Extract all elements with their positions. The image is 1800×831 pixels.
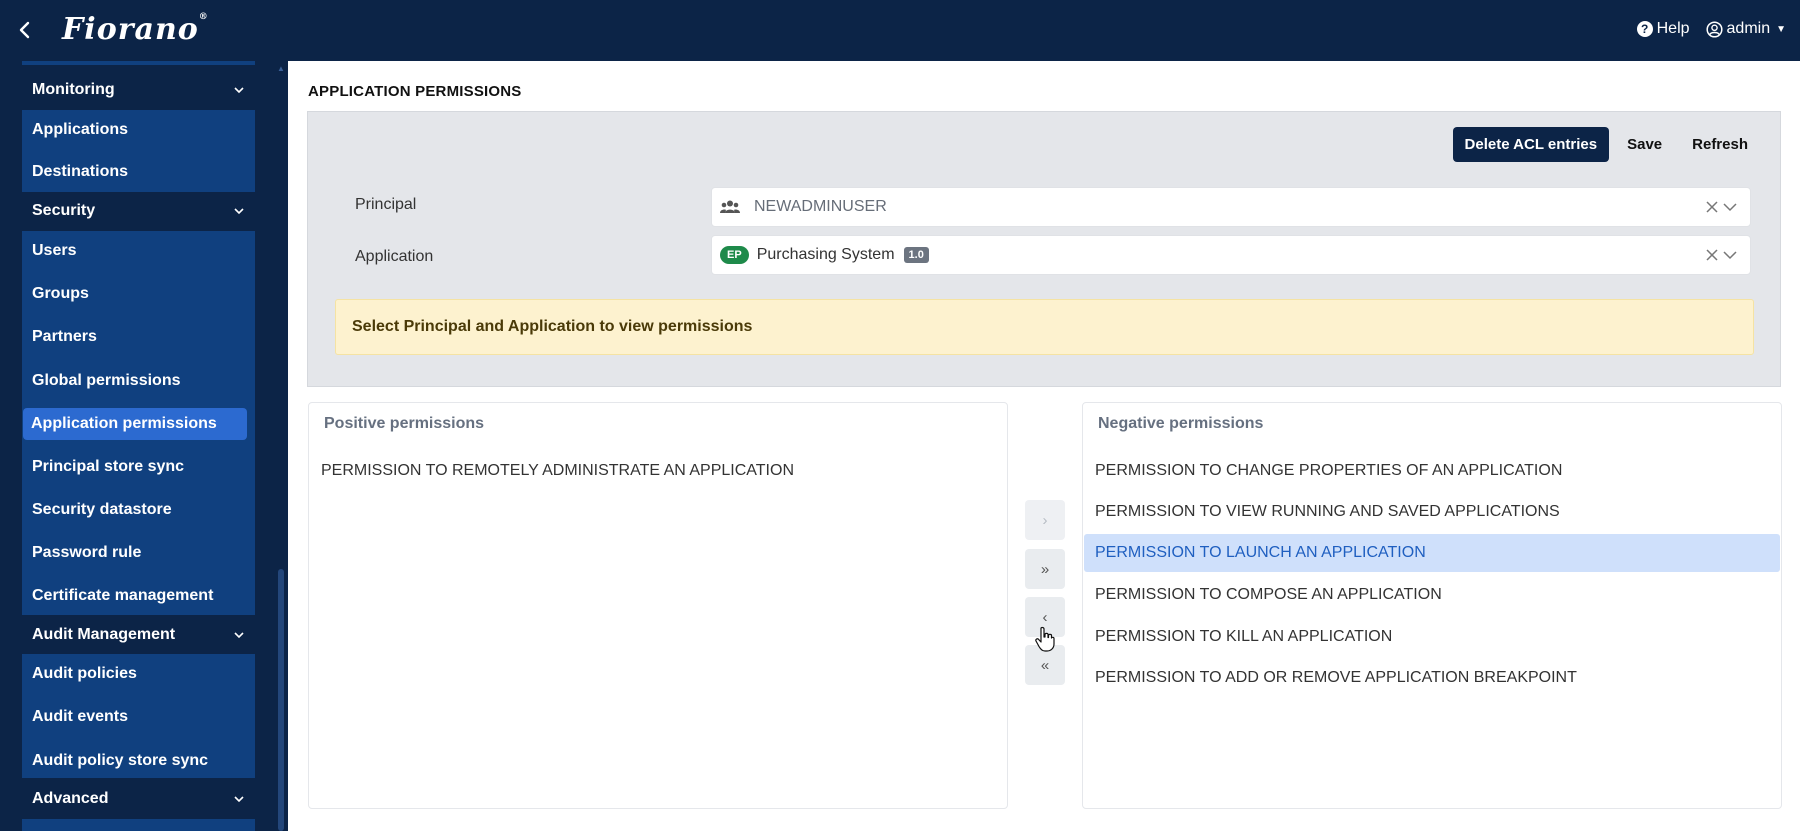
user-menu[interactable]: admin ▼ <box>1705 20 1786 38</box>
clear-icon[interactable] <box>1704 247 1720 263</box>
user-label: admin <box>1726 20 1771 37</box>
sidebar-item-label: Destinations <box>32 163 129 180</box>
sidebar-section-label: Audit Management <box>32 626 176 643</box>
chevron-down-icon <box>234 632 244 639</box>
sidebar-section-audit-management[interactable]: Audit Management <box>22 616 255 654</box>
help-icon: ? <box>1636 21 1653 37</box>
sidebar-item-label: Password rule <box>32 544 142 561</box>
top-right-menu: ? Help admin ▼ <box>1636 20 1786 38</box>
negative-permissions-panel: Negative permissions PERMISSION TO CHANG… <box>1082 402 1782 809</box>
caret-down-icon: ▼ <box>1776 23 1786 35</box>
warning-message: Select Principal and Application to view… <box>335 299 1754 355</box>
chevron-down-icon <box>234 796 244 803</box>
sidebar-item-audit-policies[interactable]: Audit policies <box>22 654 255 694</box>
sidebar-item-label: Users <box>32 242 77 259</box>
list-item[interactable]: PERMISSION TO ADD OR REMOVE APPLICATION … <box>1084 659 1780 697</box>
sidebar-section-label: Advanced <box>32 790 109 807</box>
sidebar-item-label: Partners <box>32 328 97 345</box>
list-item[interactable]: PERMISSION TO VIEW RUNNING AND SAVED APP… <box>1084 493 1780 531</box>
sidebar-item-label: Groups <box>32 285 89 302</box>
chevron-down-icon <box>234 87 244 94</box>
list-item[interactable]: PERMISSION TO CHANGE PROPERTIES OF AN AP… <box>1084 452 1780 490</box>
delete-acl-entries-button[interactable]: Delete ACL entries <box>1452 127 1610 162</box>
logo-mark: ® <box>198 12 209 22</box>
sidebar-item-label: Audit policies <box>32 665 137 682</box>
users-group-icon <box>720 200 740 213</box>
toolbar: Delete ACL entries Save Refresh <box>1452 127 1760 162</box>
positive-permissions-panel: Positive permissions PERMISSION TO REMOT… <box>308 402 1008 809</box>
sidebar-item-destinations[interactable]: Destinations <box>22 152 255 192</box>
sidebar-item-principal-store-sync[interactable]: Principal store sync <box>22 447 255 487</box>
ep-badge: EP <box>720 246 749 264</box>
version-badge: 1.0 <box>903 247 929 263</box>
sidebar-section-label: Monitoring <box>32 81 115 98</box>
list-item[interactable]: PERMISSION TO REMOTELY ADMINISTRATE AN A… <box>310 452 1006 490</box>
sidebar-item-audit-policy-store-sync[interactable]: Audit policy store sync <box>22 741 255 781</box>
sidebar-item-application-permissions[interactable]: Application permissions <box>23 408 247 440</box>
sidebar-item-applications[interactable]: Applications <box>22 110 255 150</box>
list-item-selected[interactable]: PERMISSION TO LAUNCH AN APPLICATION <box>1084 534 1780 572</box>
move-right-button[interactable]: › <box>1025 500 1065 540</box>
chevron-down-icon[interactable] <box>1722 247 1738 263</box>
sidebar: Monitoring Applications Destinations Sec… <box>0 61 288 831</box>
application-select-controls <box>1704 247 1738 263</box>
negative-permissions-title: Negative permissions <box>1098 415 1264 432</box>
sidebar-item-label: Certificate management <box>32 587 214 604</box>
sidebar-section-label: Security <box>32 202 96 219</box>
principal-select[interactable]: NEWADMINUSER <box>711 187 1751 227</box>
sidebar-item-partners[interactable]: Partners <box>22 317 255 357</box>
help-link[interactable]: ? Help <box>1636 20 1690 38</box>
sidebar-item-password-rule[interactable]: Password rule <box>22 533 255 573</box>
principal-select-controls <box>1704 199 1738 215</box>
filter-panel: Delete ACL entries Save Refresh Principa… <box>307 111 1781 387</box>
sidebar-scroll-thumb[interactable] <box>278 569 284 831</box>
scroll-up-arrow-icon[interactable]: ▲ <box>276 65 286 73</box>
sidebar-item-audit-events[interactable]: Audit events <box>22 697 255 737</box>
page-title: APPLICATION PERMISSIONS <box>308 83 522 100</box>
help-label: Help <box>1656 20 1690 37</box>
sidebar-item-certificate-management[interactable]: Certificate management <box>22 576 255 616</box>
sidebar-item-groups[interactable]: Groups <box>22 274 255 314</box>
sidebar-item-users[interactable]: Users <box>22 231 255 271</box>
clear-icon[interactable] <box>1704 199 1720 215</box>
sidebar-item-label: Security datastore <box>32 501 172 518</box>
back-arrow-icon[interactable] <box>14 18 36 42</box>
fiorano-logo[interactable]: Fiorano® <box>62 12 209 47</box>
principal-label: Principal <box>355 196 417 213</box>
user-circle-icon <box>1705 20 1723 38</box>
sidebar-item-label: Audit policy store sync <box>32 752 209 769</box>
sidebar-item-label: Principal store sync <box>32 458 185 475</box>
application-value: Purchasing System <box>756 246 895 263</box>
principal-value: NEWADMINUSER <box>754 198 887 215</box>
sidebar-item-security-datastore[interactable]: Security datastore <box>22 490 255 530</box>
chevron-down-icon <box>234 208 244 215</box>
sidebar-group-top <box>22 61 255 65</box>
sidebar-item-label: Applications <box>32 121 129 138</box>
sidebar-section-security[interactable]: Security <box>22 192 255 230</box>
main-content: APPLICATION PERMISSIONS Delete ACL entri… <box>288 61 1800 831</box>
list-item[interactable]: PERMISSION TO COMPOSE AN APPLICATION <box>1084 576 1780 614</box>
sidebar-section-advanced[interactable]: Advanced <box>22 780 255 818</box>
save-button[interactable]: Save <box>1615 127 1674 162</box>
logo-text: Fiorano <box>62 12 199 47</box>
application-label: Application <box>355 248 434 265</box>
sidebar-section-monitoring[interactable]: Monitoring <box>22 71 255 109</box>
top-bar: Fiorano® ? Help admin ▼ <box>0 0 1800 61</box>
move-all-right-button[interactable]: » <box>1025 549 1065 589</box>
application-select[interactable]: EP Purchasing System 1.0 <box>711 235 1751 275</box>
sidebar-group-advanced <box>22 819 255 831</box>
positive-permissions-title: Positive permissions <box>324 415 485 432</box>
hand-cursor-icon <box>1035 626 1055 652</box>
list-item[interactable]: PERMISSION TO KILL AN APPLICATION <box>1084 618 1780 656</box>
sidebar-item-label: Global permissions <box>32 372 181 389</box>
chevron-down-icon[interactable] <box>1722 199 1738 215</box>
sidebar-item-global-permissions[interactable]: Global permissions <box>22 361 255 401</box>
sidebar-item-label: Audit events <box>32 708 129 725</box>
refresh-button[interactable]: Refresh <box>1680 127 1760 162</box>
sidebar-item-label: Application permissions <box>31 415 217 432</box>
